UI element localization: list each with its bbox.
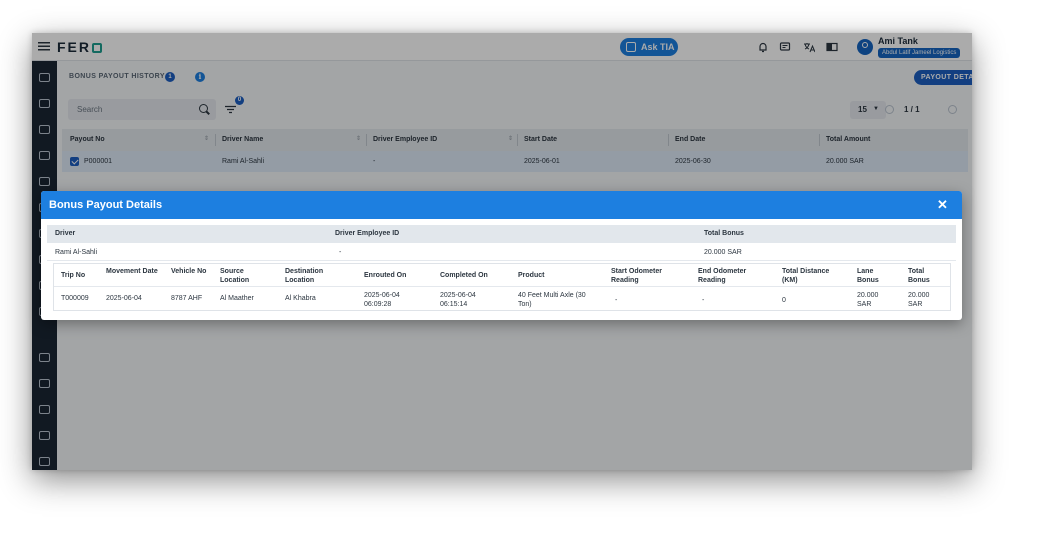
trip-header-enrouted-on: Enrouted On [364,272,407,279]
summary-header-employee-id: Driver Employee ID [335,230,400,237]
trip-header-total-distance: Total Distance (KM) [782,268,830,284]
summary-header: Driver Driver Employee ID Total Bonus [47,225,956,243]
trip-no: T000009 [61,295,89,302]
movement-date: 2025-06-04 [106,295,142,302]
trip-header-movement-date: Movement Date [106,268,158,275]
trip-header-trip-no: Trip No [61,272,86,279]
trips-table: Trip No Movement Date Vehicle No Source … [53,263,951,311]
trip-header-end-odometer: End Odometer Reading [698,268,747,284]
total-distance: 0 [782,297,786,304]
summary-employee-id: - [339,249,342,256]
trip-header-start-odometer: Start Odometer Reading [611,268,662,284]
start-odometer: - [615,297,618,304]
trip-row: T000009 2025-06-04 8787 AHF Al Maather A… [54,286,950,310]
enrouted-on: 2025-06-04 06:09:28 [364,292,400,308]
vehicle-no: 8787 AHF [171,295,203,302]
summary-header-total-bonus: Total Bonus [704,230,744,237]
dialog-header: Bonus Payout Details ✕ [41,191,962,219]
product: 40 Feet Multi Axle (30 Ton) [518,292,586,308]
trips-table-header: Trip No Movement Date Vehicle No Source … [54,264,950,286]
summary-row: Rami Al-Sahli - 20.000 SAR [47,245,956,261]
trip-header-completed-on: Completed On [440,272,488,279]
trip-header-lane-bonus: Lane Bonus [857,268,879,284]
lane-bonus: 20.000 SAR [857,292,879,308]
summary-driver: Rami Al-Sahli [55,249,98,256]
destination-location: Al Khabra [285,295,316,302]
summary-total-bonus: 20.000 SAR [704,249,742,256]
close-icon[interactable]: ✕ [937,197,948,213]
completed-on: 2025-06-04 06:15:14 [440,292,476,308]
summary-header-driver: Driver [55,230,76,237]
source-location: Al Maather [220,295,254,302]
bonus-payout-details-dialog: Bonus Payout Details ✕ Driver Driver Emp… [41,191,962,320]
trip-header-product: Product [518,272,545,279]
dialog-title: Bonus Payout Details [49,199,163,211]
trip-header-total-bonus: Total Bonus [908,268,930,284]
end-odometer: - [702,297,705,304]
total-bonus: 20.000 SAR [908,292,930,308]
trip-header-vehicle-no: Vehicle No [171,268,207,275]
trip-header-destination-location: Destination Location [285,268,324,284]
trip-header-source-location: Source Location [220,268,250,284]
